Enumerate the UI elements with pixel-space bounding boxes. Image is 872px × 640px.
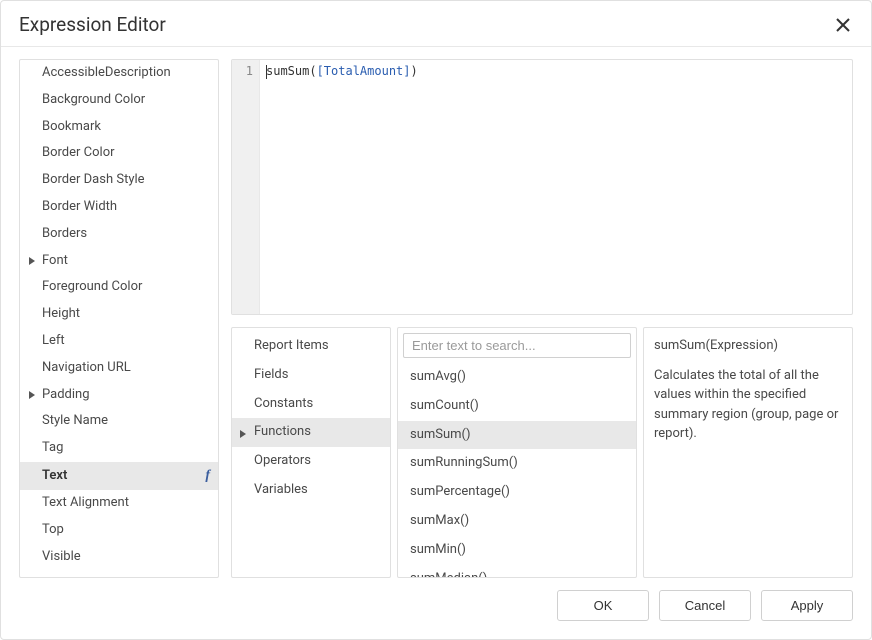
property-list[interactable]: AccessibleDescription Background Color Boo… [19,59,219,578]
property-item[interactable]: Bookmark [20,114,218,141]
property-label: Left [42,331,65,352]
function-item[interactable]: sumAvg() [398,363,636,392]
property-label: Foreground Color [42,277,142,298]
category-label: Report Items [254,338,329,353]
category-item[interactable]: Fields [232,361,390,390]
category-item[interactable]: Variables [232,476,390,505]
category-label: Operators [254,453,311,468]
description-signature: sumSum(Expression) [654,336,842,356]
property-item[interactable]: Navigation URL [20,355,218,382]
dialog-body: AccessibleDescription Background Color Boo… [1,47,871,578]
search-wrap [398,328,636,363]
property-label: Border Color [42,143,115,164]
category-label: Variables [254,482,308,497]
function-item[interactable]: sumMin() [398,536,636,565]
caret-right-icon [28,257,36,265]
property-label: Tag [42,438,63,459]
caret-right-icon [28,391,36,399]
fx-icon: f [205,465,210,487]
property-label: Navigation URL [42,358,131,379]
category-item[interactable]: Operators [232,447,390,476]
property-label: AccessibleDescription [42,63,171,84]
property-item[interactable]: Tag [20,435,218,462]
property-label: Border Width [42,197,117,218]
category-item[interactable]: Constants [232,390,390,419]
code-suffix: ) [411,64,418,78]
close-icon [836,18,850,32]
right-panel: 1 sumSum([TotalAmount]) Report Items Fiel… [231,59,853,578]
code-fn: sumSum( [266,64,317,78]
property-label: Height [42,304,80,325]
property-label: Style Name [42,411,108,432]
line-gutter: 1 [232,60,260,314]
function-item[interactable]: sumPercentage() [398,478,636,507]
property-item[interactable]: Visible [20,544,218,571]
function-item[interactable]: sumSum() [398,421,636,450]
property-item[interactable]: AccessibleDescription [20,60,218,87]
property-item[interactable]: Border Width [20,194,218,221]
property-label: Text [42,466,67,487]
property-item[interactable]: Border Color [20,140,218,167]
property-label: Font [42,251,68,272]
line-number: 1 [232,64,253,78]
code-editor[interactable]: 1 sumSum([TotalAmount]) [231,59,853,315]
property-label: Text Alignment [42,493,129,514]
caret-right-icon [240,425,246,446]
expression-editor-dialog: Expression Editor AccessibleDescription B… [0,0,872,640]
lower-panels: Report Items Fields Constants Functions Oper… [231,327,853,578]
property-item[interactable]: Text f [20,462,218,490]
function-item[interactable]: sumRunningSum() [398,449,636,478]
function-item[interactable]: sumMedian() [398,565,636,577]
category-item[interactable]: Functions [232,418,390,447]
property-label: Bookmark [42,117,101,138]
property-item[interactable]: Borders [20,221,218,248]
dialog-title: Expression Editor [19,13,166,36]
function-item[interactable]: sumCount() [398,392,636,421]
description-panel: sumSum(Expression) Calculates the total … [643,327,853,578]
property-label: Border Dash Style [42,170,145,191]
category-label: Functions [254,424,311,439]
property-item[interactable]: Border Dash Style [20,167,218,194]
property-label: Visible [42,547,81,568]
close-button[interactable] [833,15,853,35]
property-item[interactable]: Top [20,517,218,544]
function-panel: sumAvg()sumCount()sumSum()sumRunningSum(… [397,327,637,578]
property-item[interactable]: Style Name [20,408,218,435]
category-list[interactable]: Report Items Fields Constants Functions Oper… [231,327,391,578]
category-item[interactable]: Report Items [232,332,390,361]
footer: OK Cancel Apply [1,578,871,639]
function-item[interactable]: sumMax() [398,507,636,536]
property-item[interactable]: Foreground Color [20,274,218,301]
description-text: Calculates the total of all the values w… [654,366,842,444]
search-input[interactable] [403,333,631,358]
category-label: Fields [254,367,288,382]
titlebar: Expression Editor [1,1,871,47]
property-item[interactable]: Width [20,571,218,578]
cancel-button[interactable]: Cancel [659,590,751,621]
property-label: Borders [42,224,87,245]
function-list[interactable]: sumAvg()sumCount()sumSum()sumRunningSum(… [398,363,636,577]
code-content[interactable]: sumSum([TotalAmount]) [260,60,424,314]
property-item[interactable]: Background Color [20,87,218,114]
property-item[interactable]: Height [20,301,218,328]
property-item[interactable]: Font [20,248,218,275]
property-item[interactable]: Text Alignment [20,490,218,517]
ok-button[interactable]: OK [557,590,649,621]
apply-button[interactable]: Apply [761,590,853,621]
property-label: Background Color [42,90,145,111]
property-label: Padding [42,385,90,406]
property-label: Top [42,520,64,541]
property-item[interactable]: Padding [20,382,218,409]
category-label: Constants [254,396,313,411]
code-field: [TotalAmount] [317,64,411,78]
property-item[interactable]: Left [20,328,218,355]
